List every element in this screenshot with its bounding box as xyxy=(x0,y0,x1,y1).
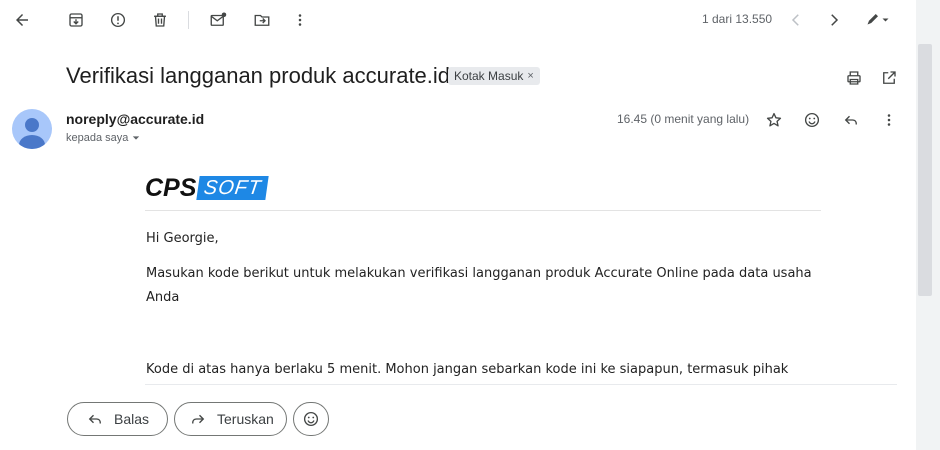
caret-down-icon xyxy=(133,136,140,140)
chevron-right-icon[interactable] xyxy=(822,8,846,32)
reply-arrow-icon xyxy=(88,414,101,424)
more-vert-icon[interactable] xyxy=(288,8,312,32)
forward-label: Teruskan xyxy=(217,411,274,427)
emoji-reaction-icon[interactable] xyxy=(800,108,824,132)
logo-soft-text: SOFT xyxy=(196,176,270,200)
chevron-left-icon[interactable] xyxy=(784,8,808,32)
report-spam-icon[interactable] xyxy=(106,8,130,32)
open-new-window-icon[interactable] xyxy=(877,66,901,90)
emoji-button[interactable] xyxy=(293,402,329,436)
reply-label: Balas xyxy=(114,411,150,427)
email-greeting: Hi Georgie, xyxy=(146,231,219,246)
recipient-details-toggle[interactable]: kepada saya xyxy=(66,132,140,144)
reply-icon[interactable] xyxy=(839,108,863,132)
inbox-label-chip: Kotak Masuk × xyxy=(448,67,540,85)
forward-arrow-icon xyxy=(192,414,205,424)
forward-button[interactable]: Teruskan xyxy=(174,402,287,436)
logo-divider xyxy=(145,210,821,211)
sender-avatar xyxy=(12,109,52,149)
message-time: 16.45 (0 menit yang lalu) xyxy=(617,112,750,126)
input-tools-pen-icon[interactable] xyxy=(860,8,896,32)
smiley-icon xyxy=(303,411,319,427)
reply-action-bar: Balas Teruskan xyxy=(0,385,916,450)
sender-email: noreply@accurate.id xyxy=(66,111,205,127)
logo-cps-text: CPS xyxy=(145,173,197,202)
email-paragraph-2: Kode di atas hanya berlaku 5 menit. Moho… xyxy=(146,362,789,377)
mark-unread-icon[interactable] xyxy=(206,8,230,32)
cpssoft-logo: CPS SOFT xyxy=(145,173,270,202)
toolbar: 1 dari 13.550 xyxy=(0,0,916,40)
archive-icon[interactable] xyxy=(64,8,88,32)
back-arrow-icon[interactable] xyxy=(10,8,34,32)
message-more-icon[interactable] xyxy=(877,108,901,132)
email-subject: Verifikasi langganan produk accurate.id xyxy=(66,63,451,88)
print-icon[interactable] xyxy=(842,66,866,90)
move-to-icon[interactable] xyxy=(250,8,274,32)
scrollbar-thumb[interactable] xyxy=(918,44,932,296)
delete-icon[interactable] xyxy=(148,8,172,32)
remove-label-button[interactable]: × xyxy=(527,70,533,82)
pager-text: 1 dari 13.550 xyxy=(702,12,773,26)
reply-button[interactable]: Balas xyxy=(67,402,168,436)
toolbar-divider xyxy=(188,11,189,29)
label-text: Kotak Masuk xyxy=(454,69,524,83)
email-paragraph-1: Masukan kode berikut untuk melakukan ver… xyxy=(146,266,812,305)
star-icon[interactable] xyxy=(762,108,786,132)
bottom-separator xyxy=(145,384,897,385)
recipient-text: kepada saya xyxy=(66,132,129,144)
